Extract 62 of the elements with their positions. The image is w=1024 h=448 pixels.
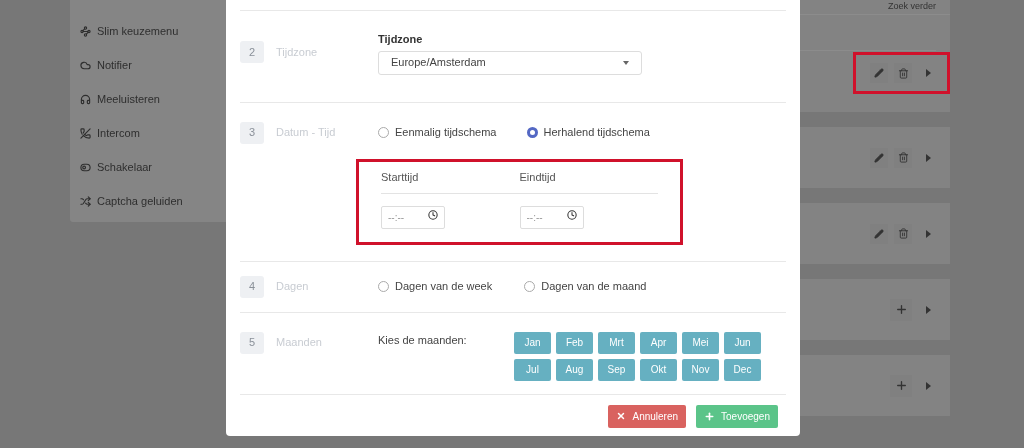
- radio-label: Eenmalig tijdschema: [395, 125, 497, 141]
- time-input[interactable]: --:--: [519, 205, 584, 229]
- trash-icon: [897, 228, 909, 239]
- month-button[interactable]: Mei: [682, 331, 719, 354]
- month-button[interactable]: Aug: [556, 358, 593, 381]
- month-button[interactable]: Dec: [724, 358, 761, 381]
- radio-label: Dagen van de week: [395, 279, 493, 295]
- clock-icon: [566, 209, 577, 220]
- field-label: Tijdzone: [378, 32, 424, 47]
- add-button[interactable]: Toevoegen: [696, 404, 778, 428]
- expand-icon[interactable]: [926, 305, 931, 314]
- caret-icon: [623, 60, 629, 65]
- radio-button[interactable]: [378, 281, 389, 292]
- time-label: Starttijd: [381, 169, 420, 185]
- cancel-button[interactable]: Annuleren: [608, 404, 687, 428]
- plus-icon: [894, 379, 908, 392]
- months-prompt: Kies de maanden:: [378, 332, 468, 348]
- pencil-icon: [874, 152, 884, 163]
- trash-icon: [897, 152, 909, 163]
- month-button[interactable]: Sep: [598, 358, 635, 381]
- cloud-icon: [80, 59, 91, 71]
- sidebar-item[interactable]: Captcha geluiden: [80, 191, 296, 211]
- radio-button[interactable]: [378, 127, 389, 138]
- radio-label: Herhalend tijdschema: [543, 125, 650, 141]
- time-label: Eindtijd: [519, 169, 557, 185]
- search-more-link[interactable]: Zoek verder: [887, 0, 936, 14]
- headphones-icon: [80, 93, 91, 105]
- shuffle-icon: [80, 195, 91, 207]
- month-button[interactable]: Jun: [724, 331, 761, 354]
- plus-icon: [704, 410, 716, 422]
- expand-icon[interactable]: [926, 153, 931, 162]
- close-icon: [616, 411, 627, 421]
- month-button[interactable]: Okt: [640, 358, 677, 381]
- step-number: 4: [240, 275, 264, 298]
- sidebar-item[interactable]: Schakelaar: [80, 157, 296, 177]
- time-input[interactable]: --:--: [381, 205, 445, 229]
- expand-icon[interactable]: [926, 381, 931, 390]
- expand-icon[interactable]: [926, 229, 931, 238]
- pencil-icon: [874, 68, 884, 78]
- clock-icon: [428, 209, 438, 220]
- radio-label: Dagen van de maand: [541, 279, 647, 295]
- step-number: 5: [240, 331, 264, 354]
- trash-icon: [897, 67, 909, 79]
- expand-icon[interactable]: [926, 69, 931, 77]
- sidebar-item[interactable]: Meeluisteren: [80, 89, 296, 109]
- radio-button[interactable]: [526, 127, 538, 138]
- radio-button[interactable]: [524, 281, 536, 292]
- month-button[interactable]: Feb: [556, 331, 593, 354]
- step-number: 2: [240, 41, 264, 63]
- month-button[interactable]: Jul: [514, 358, 551, 381]
- step-number: 3: [240, 121, 264, 144]
- month-button[interactable]: Apr: [640, 331, 677, 354]
- plus-icon: [894, 303, 908, 316]
- nodes-icon: [80, 25, 91, 37]
- pencil-icon: [874, 228, 884, 239]
- month-button[interactable]: Nov: [682, 358, 719, 381]
- month-button[interactable]: Jan: [514, 331, 551, 354]
- timezone-select[interactable]: Europe/Amsterdam: [378, 50, 642, 75]
- sidebar-item[interactable]: Slim keuzemenu: [80, 21, 296, 41]
- month-button[interactable]: Mrt: [598, 331, 635, 354]
- phone-off-icon: [80, 127, 91, 139]
- toggle-icon: [80, 161, 91, 173]
